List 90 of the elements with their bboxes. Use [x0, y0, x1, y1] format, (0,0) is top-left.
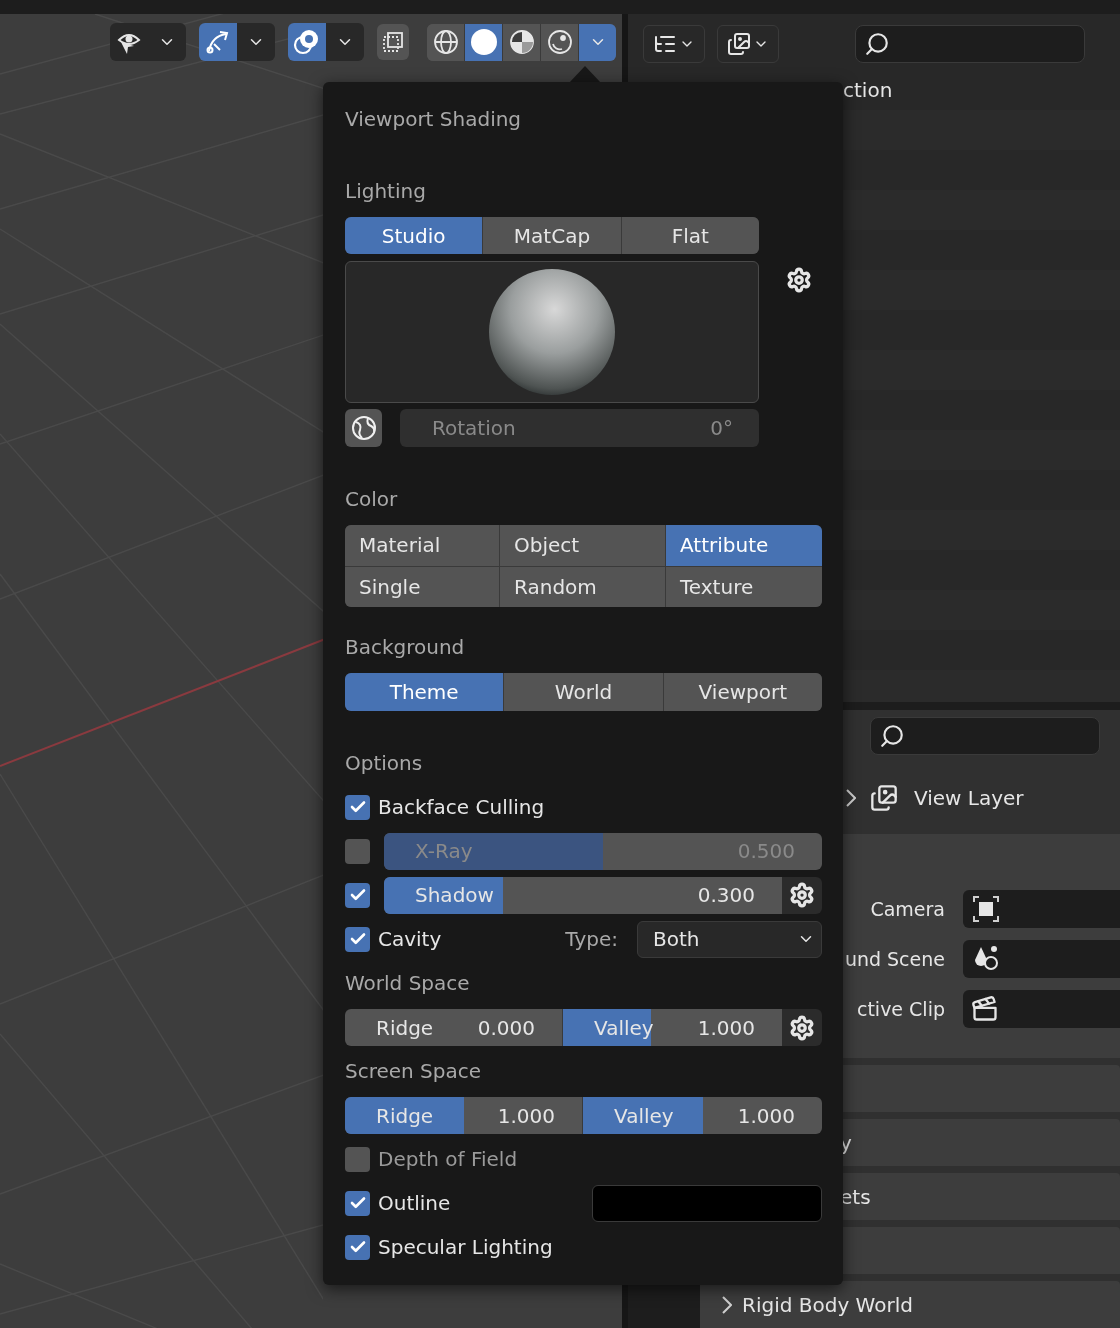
toggle-option[interactable]: Texture [666, 566, 822, 607]
shading-mode-button[interactable] [427, 23, 465, 61]
option-label: Cavity [378, 926, 442, 953]
search-field[interactable] [855, 25, 1085, 63]
slider-label: Shadow [415, 882, 494, 909]
panel-title: Rigid Body World [742, 1291, 913, 1319]
section-label: Screen Space [345, 1058, 482, 1084]
type-dropdown[interactable]: Both [637, 920, 822, 958]
toggle-option[interactable]: Attribute [666, 525, 822, 566]
slider-label: Ridge [376, 1102, 434, 1130]
expand-icon[interactable] [846, 789, 856, 807]
object-field[interactable] [963, 890, 1120, 928]
rotation-value: 0° [710, 415, 733, 442]
xray-squares-icon [381, 30, 405, 54]
type-label: Type: [565, 926, 618, 953]
search-icon [864, 31, 890, 57]
section-label: Viewport Shading [345, 106, 522, 132]
settings-icon [786, 267, 812, 293]
field-label: und Scene [844, 946, 945, 972]
value-slider[interactable]: Valley 1.000 [583, 1097, 822, 1134]
wireframe-sphere-icon [432, 29, 459, 55]
xray-toggle[interactable] [377, 24, 409, 60]
toggle-option[interactable]: Single [345, 566, 499, 607]
camera-frame-icon [971, 894, 1001, 924]
object-field[interactable] [963, 940, 1120, 978]
toolbar-toggle[interactable] [199, 23, 237, 61]
value-slider[interactable]: Ridge 0.000 [345, 1009, 563, 1046]
slider-label: Valley [614, 1102, 674, 1130]
world-rotation-toggle[interactable] [345, 409, 382, 447]
color-swatch[interactable] [592, 1184, 822, 1222]
checkbox[interactable] [345, 794, 370, 820]
search-icon [879, 723, 905, 749]
checkbox[interactable] [345, 882, 370, 908]
toggle-option[interactable]: Studio [345, 217, 483, 254]
toggle-option[interactable]: Viewport [663, 673, 822, 711]
panel-header[interactable]: Rigid Body World [700, 1281, 1120, 1328]
checkbox[interactable] [345, 926, 370, 952]
toolbar-toggle[interactable] [288, 23, 326, 61]
images-icon [727, 32, 751, 56]
outliner-item[interactable]: ction [843, 75, 893, 105]
slider-value: 1.000 [497, 1102, 555, 1130]
toolbar-toggle[interactable] [110, 23, 148, 61]
value-slider[interactable]: Ridge 1.000 [345, 1097, 583, 1134]
field-label: Camera [870, 896, 945, 922]
shading-mode-button[interactable] [465, 23, 503, 61]
toggle-option[interactable]: MatCap [483, 217, 621, 254]
option-label: Depth of Field [378, 1146, 518, 1173]
filter-dropdown[interactable] [643, 25, 705, 63]
slider-value: 0.000 [477, 1014, 535, 1042]
material-sphere-icon [508, 29, 535, 55]
slider-value: 0.300 [697, 882, 755, 909]
option-label: Outline [378, 1190, 451, 1217]
rendered-sphere-icon [546, 29, 573, 55]
toggle-option[interactable]: Theme [345, 673, 504, 711]
toggle-option[interactable]: World [504, 673, 663, 711]
checkbox[interactable] [345, 1190, 370, 1216]
view-layer-label: View Layer [914, 785, 1024, 812]
images-icon [870, 784, 898, 812]
value-slider[interactable]: Shadow 0.300 [384, 876, 782, 914]
section-label: Color [345, 486, 398, 512]
slider-label: Ridge [376, 1014, 434, 1042]
toggle-option[interactable]: Flat [621, 217, 759, 254]
globe-icon [349, 414, 378, 442]
solid-sphere-icon [469, 28, 498, 56]
slider-value: 1.000 [697, 1014, 755, 1042]
toggle-option[interactable]: Material [345, 525, 499, 566]
search-field[interactable] [870, 717, 1100, 755]
settings-icon [789, 1014, 815, 1041]
settings-button[interactable] [782, 1009, 822, 1046]
option-label: Backface Culling [378, 794, 545, 821]
section-label: Options [345, 750, 423, 776]
studio-light-preview[interactable] [345, 261, 759, 403]
checkbox[interactable] [345, 1146, 370, 1172]
display-mode-dropdown[interactable] [717, 25, 779, 63]
field-label: ctive Clip [856, 996, 945, 1022]
slider-label: X-Ray [415, 838, 473, 865]
section-label: Lighting [345, 178, 426, 204]
toggle-option[interactable]: Random [500, 566, 665, 607]
option-label: Specular Lighting [378, 1234, 553, 1261]
section-label: Background [345, 634, 465, 660]
settings-icon [789, 882, 815, 908]
object-field[interactable] [963, 990, 1120, 1028]
expand-icon[interactable] [722, 1295, 732, 1314]
checkbox[interactable] [345, 1234, 370, 1260]
clapperboard-icon [971, 995, 999, 1023]
checkbox[interactable] [345, 838, 370, 864]
settings-button[interactable] [782, 876, 822, 914]
rotation-label: Rotation [432, 415, 516, 442]
section-label: World Space [345, 970, 470, 996]
toggle-option[interactable]: Object [500, 525, 665, 566]
